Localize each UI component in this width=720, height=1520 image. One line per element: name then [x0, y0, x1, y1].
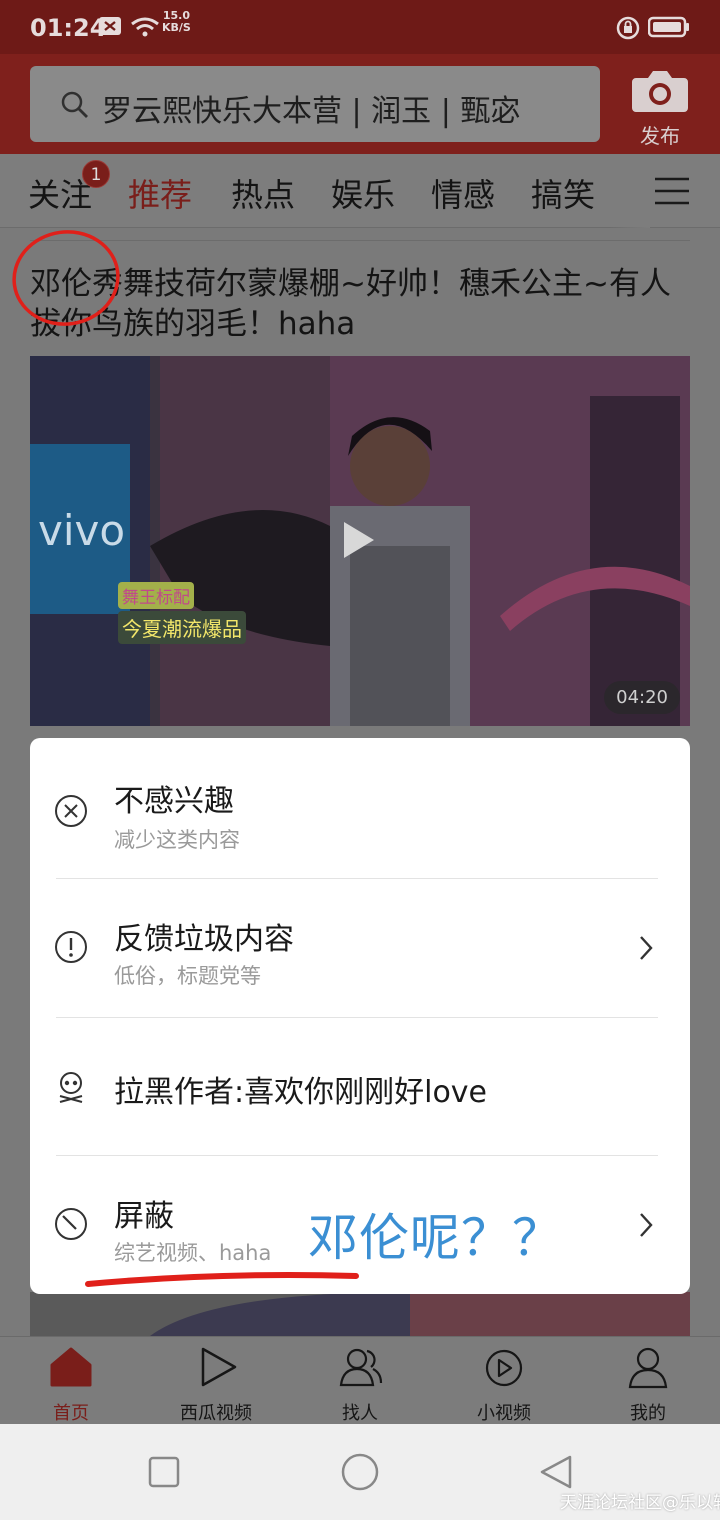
nav-find-people[interactable]: 找人: [305, 1343, 415, 1424]
option-title: 不感兴趣: [114, 784, 234, 819]
report-spam-option[interactable]: 反馈垃圾内容 低俗，标题党等: [30, 878, 690, 1016]
video-caption-overlay: 舞王标配 今夏潮流爆品: [118, 582, 246, 644]
option-subtitle: 减少这类内容: [114, 828, 240, 852]
back-icon[interactable]: [538, 1454, 574, 1490]
next-item-thumbnail[interactable]: [30, 1292, 690, 1336]
status-time: 01:24: [30, 14, 107, 42]
search-query: 罗云熙快乐大本营 | 润玉 | 甄宓: [102, 94, 521, 129]
nav-xigua-video[interactable]: 西瓜视频: [161, 1343, 271, 1424]
option-title: 反馈垃圾内容: [114, 922, 294, 957]
follow-badge: 1: [82, 160, 110, 188]
exclamation-circle-icon: [55, 931, 87, 963]
article-headline[interactable]: 邓伦秀舞技荷尔蒙爆棚~好帅！穗禾公主~有人拔你鸟族的羽毛！haha: [30, 264, 690, 344]
skull-icon: [59, 1072, 83, 1103]
tab-funny[interactable]: 搞笑: [531, 170, 595, 216]
chevron-right-icon: [640, 936, 653, 960]
status-bar: 01:24 15.0 KB/S: [0, 0, 720, 54]
camera-icon: [632, 71, 688, 112]
next-thumbnail-image: [30, 1292, 690, 1336]
network-speed: 15.0 KB/S: [162, 10, 191, 34]
option-title: 拉黑作者:喜欢你刚刚好love: [114, 1075, 488, 1110]
option-subtitle: 综艺视频、haha: [114, 1241, 272, 1265]
nav-me[interactable]: 我的: [593, 1343, 703, 1424]
caption-line-2: 今夏潮流爆品: [118, 611, 246, 644]
tab-recommend[interactable]: 推荐: [128, 170, 192, 216]
annotation-text: 邓伦呢？？: [308, 1209, 563, 1267]
tab-entertainment[interactable]: 娱乐: [331, 170, 395, 216]
nav-label: 我的: [630, 1403, 666, 1424]
tab-emotion[interactable]: 情感: [431, 170, 495, 216]
caption-line-1: 舞王标配: [118, 582, 194, 609]
video-brand-text: vivo: [38, 506, 126, 555]
option-subtitle: 低俗，标题党等: [114, 964, 261, 988]
watermark: 天涯论坛社区@乐以轩: [560, 1493, 720, 1513]
publish-label: 发布: [640, 124, 680, 148]
menu-icon[interactable]: [655, 176, 689, 206]
home-icon: [50, 1347, 92, 1387]
battery-icon: [648, 16, 689, 38]
small-video-icon: [485, 1349, 523, 1387]
nav-label: 找人: [342, 1403, 378, 1424]
publish-button[interactable]: 发布: [628, 66, 692, 148]
nav-label: 小视频: [477, 1403, 531, 1424]
bottom-nav: 首页 西瓜视频 找人 小视频 我的: [0, 1336, 720, 1424]
tab-hot[interactable]: 热点: [231, 170, 295, 216]
video-duration: 04:20: [604, 681, 680, 714]
play-icon: [344, 522, 374, 558]
channel-tabs: 关注 1 推荐 热点 娱乐 情感 搞笑: [0, 154, 720, 228]
wifi-icon: [131, 17, 159, 37]
nav-home[interactable]: 首页: [16, 1343, 126, 1424]
search-bar[interactable]: 罗云熙快乐大本营 | 润玉 | 甄宓: [30, 66, 600, 142]
option-title: 屏蔽: [114, 1199, 174, 1234]
rotation-lock-icon: [616, 16, 640, 40]
person-icon: [628, 1347, 668, 1389]
block-author-option[interactable]: 拉黑作者:喜欢你刚刚好love: [30, 1017, 690, 1155]
video-thumbnail[interactable]: vivo 舞王标配 今夏潮流爆品 04:20: [30, 356, 690, 726]
recent-apps-icon[interactable]: [148, 1456, 180, 1488]
nav-label: 西瓜视频: [180, 1403, 252, 1424]
nav-label: 首页: [53, 1403, 89, 1424]
nav-small-video[interactable]: 小视频: [449, 1343, 559, 1424]
close-circle-icon: [55, 795, 87, 827]
block-icon: [55, 1208, 87, 1240]
home-circle-icon[interactable]: [340, 1452, 380, 1492]
notification-icon: [99, 17, 121, 35]
app-header: 罗云熙快乐大本营 | 润玉 | 甄宓 发布: [0, 54, 720, 154]
chevron-right-icon: [640, 1213, 653, 1237]
tab-fade: [610, 154, 650, 228]
people-icon: [339, 1348, 383, 1387]
play-icon: [201, 1347, 237, 1387]
search-icon: [61, 91, 88, 118]
divider: [30, 240, 690, 241]
not-interested-option[interactable]: 不感兴趣 减少这类内容: [30, 738, 690, 876]
speed-unit: KB/S: [162, 21, 191, 34]
